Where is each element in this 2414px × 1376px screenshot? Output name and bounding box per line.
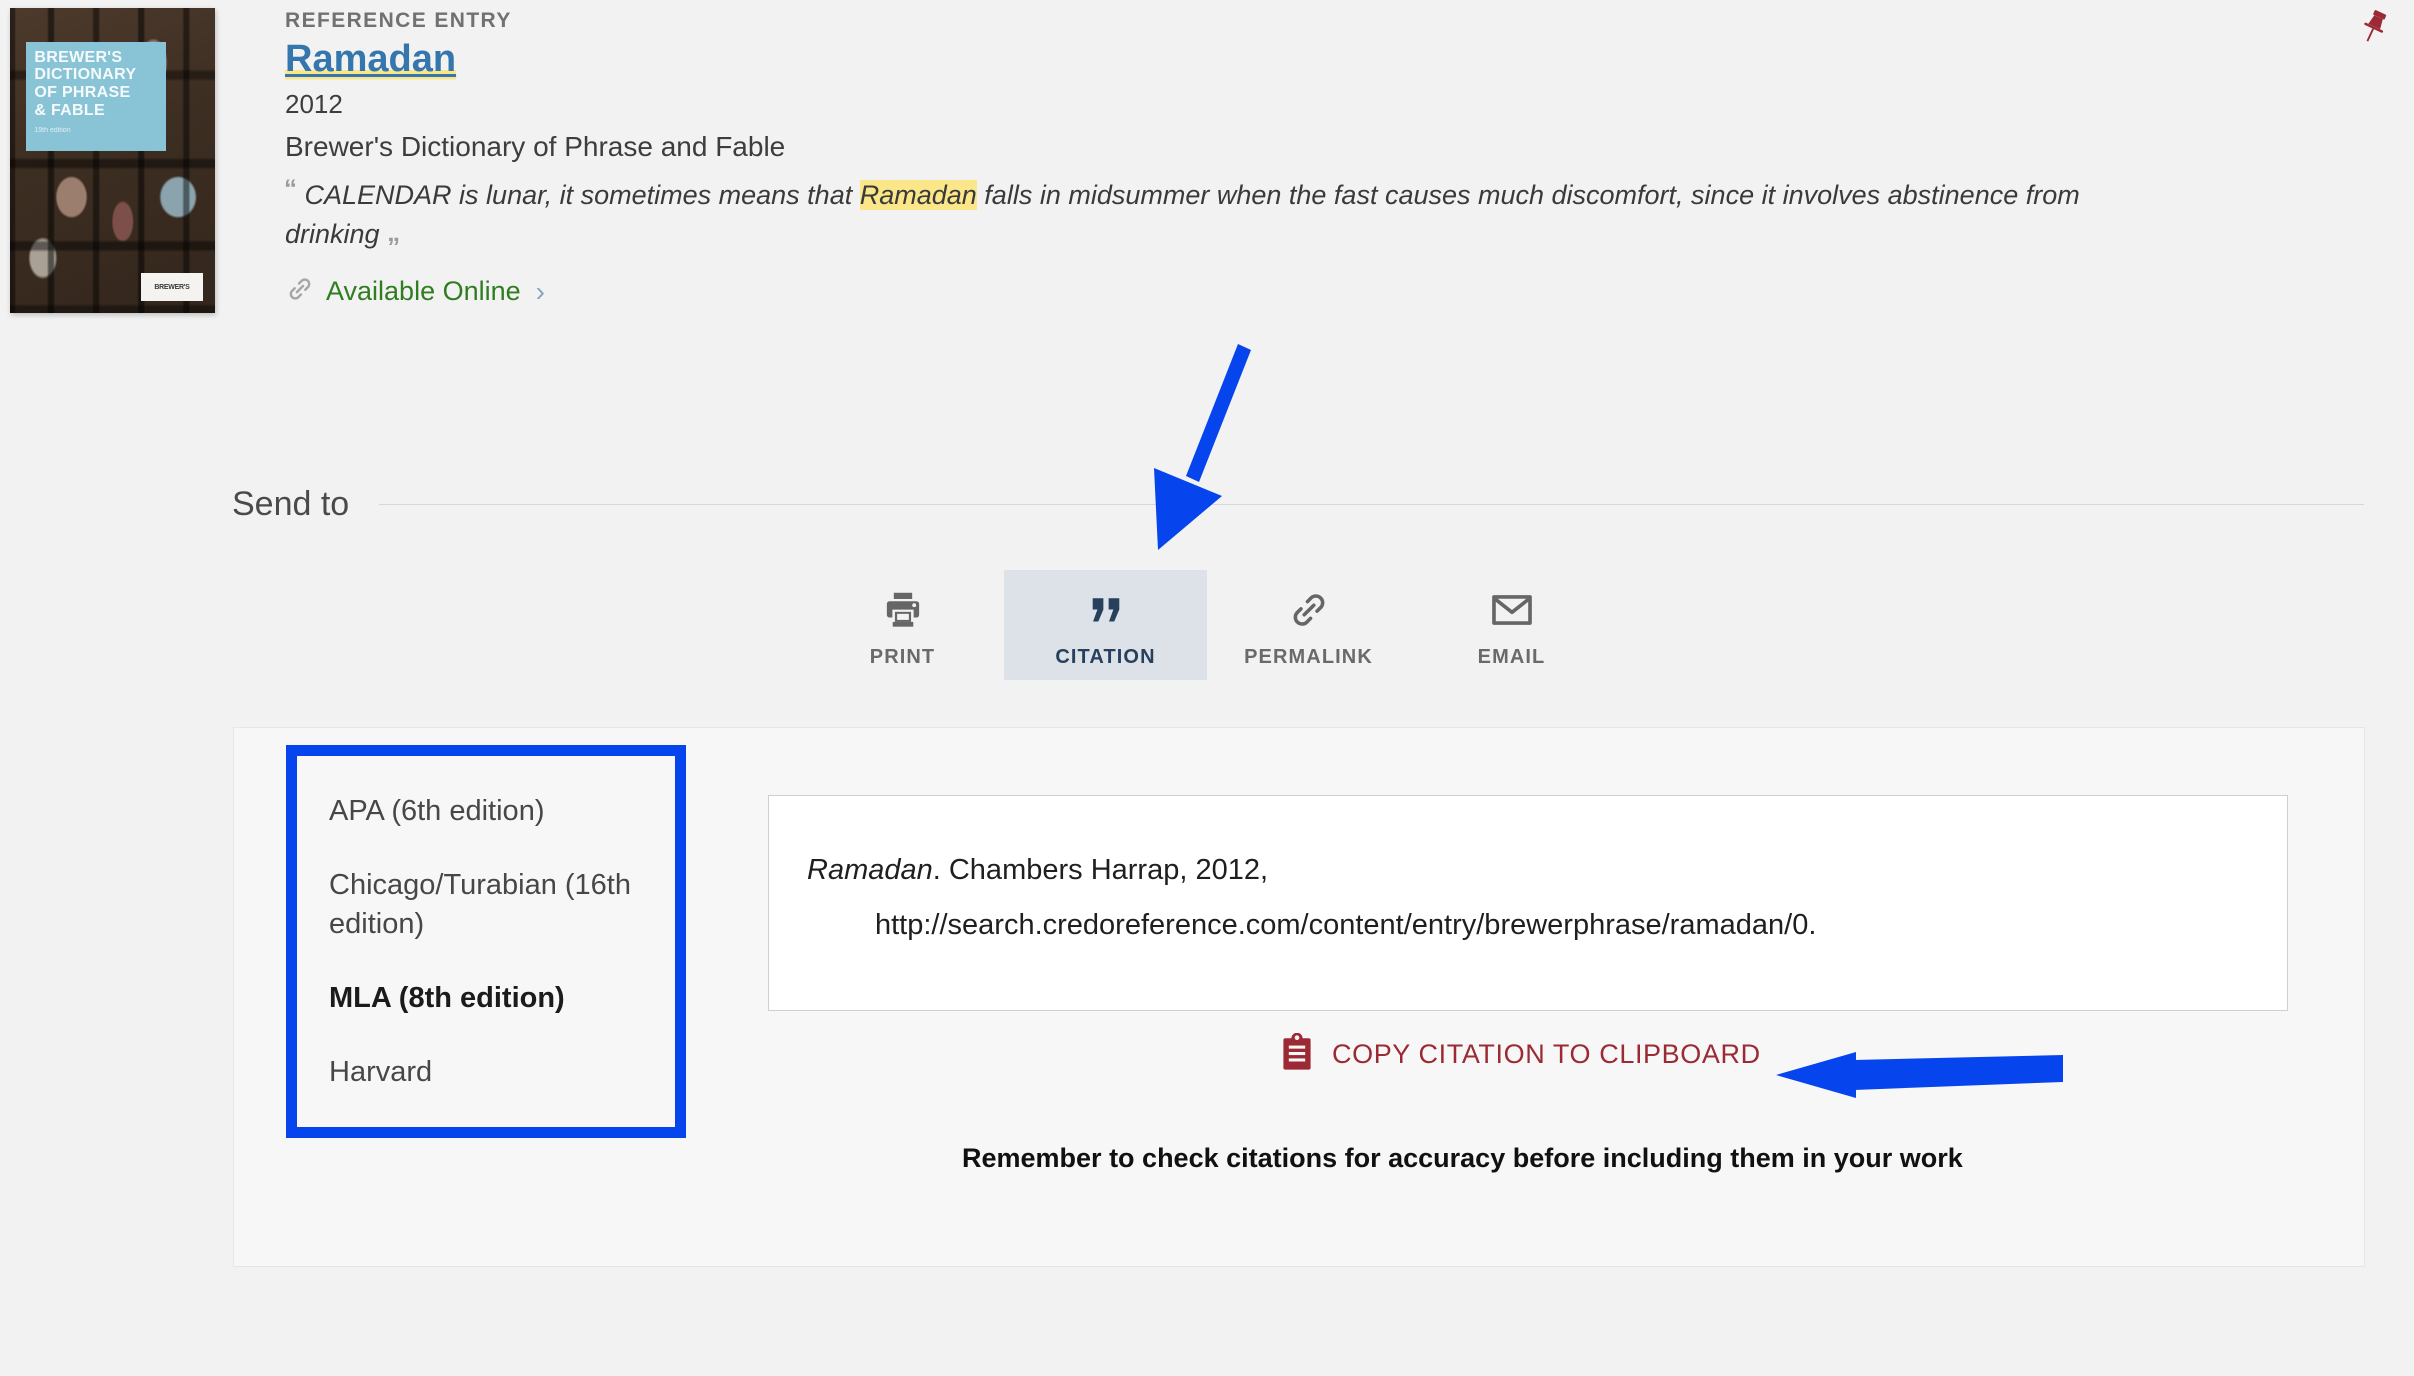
annotation-arrow-to-citation-tab [1120, 330, 1320, 585]
cover-subtitle: 19th edition [34, 127, 71, 135]
send-to-header: Send to [232, 485, 2364, 524]
send-to-email-label: EMAIL [1477, 646, 1546, 668]
send-to-print-label: PRINT [869, 646, 936, 668]
citation-style-harvard[interactable]: Harvard [329, 1053, 643, 1091]
link-icon [1286, 586, 1332, 634]
copy-citation-button[interactable]: COPY CITATION TO CLIPBOARD [1280, 1032, 1761, 1076]
citation-publisher-year: . Chambers Harrap, 2012, [932, 854, 1269, 886]
quote-close-icon: „ [387, 216, 400, 247]
snippet-before: CALENDAR is lunar, it sometimes means th… [304, 179, 860, 210]
send-to-citation-label: CITATION [1055, 646, 1156, 668]
printer-icon [880, 586, 926, 634]
citation-text-box[interactable]: Ramadan. Chambers Harrap, 2012, http://s… [768, 795, 2288, 1011]
citation-accuracy-reminder: Remember to check citations for accuracy… [962, 1143, 1963, 1173]
search-result-row: BREWER'S DICTIONARY OF PHRASE & FABLE 19… [0, 0, 2414, 313]
pushpin-icon[interactable] [2354, 7, 2394, 47]
send-to-permalink-label: PERMALINK [1244, 646, 1373, 668]
citation-style-chicago[interactable]: Chicago/Turabian (16th edition) [329, 866, 643, 943]
cover-title-line-2: DICTIONARY [34, 66, 137, 84]
available-online-label: Available Online [326, 276, 521, 307]
send-to-print[interactable]: PRINT [801, 570, 1004, 680]
citation-title-italic: Ramadan [807, 854, 933, 886]
cover-title-line-4: & FABLE [34, 102, 105, 120]
send-to-email[interactable]: EMAIL [1410, 570, 1613, 680]
cover-title-line-3: OF PHRASE [34, 84, 131, 102]
entry-snippet: „ CALENDAR is lunar, it sometimes means … [285, 176, 2125, 254]
chevron-right-icon: › [535, 275, 545, 307]
book-cover-thumbnail[interactable]: BREWER'S DICTIONARY OF PHRASE & FABLE 19… [10, 8, 215, 313]
clipboard-icon [1280, 1032, 1314, 1076]
send-to-toolbar: PRINT CITATION PERMALINK EMAIL [0, 570, 2414, 680]
quote-icon [1085, 586, 1127, 634]
cover-title-line-1: BREWER'S [34, 48, 123, 66]
citation-style-mla[interactable]: MLA (8th edition) [329, 979, 643, 1017]
citation-style-list: APA (6th edition) Chicago/Turabian (16th… [286, 745, 686, 1139]
quote-open-icon: „ [285, 177, 297, 208]
entry-title-link[interactable]: Ramadan [285, 38, 457, 81]
copy-citation-label: COPY CITATION TO CLIPBOARD [1332, 1039, 1761, 1069]
result-details: REFERENCE ENTRY Ramadan 2012 Brewer's Di… [285, 8, 2335, 309]
book-cover-title-block: BREWER'S DICTIONARY OF PHRASE & FABLE 19… [26, 41, 166, 152]
snippet-highlight: Ramadan [859, 179, 977, 210]
cover-logo-text: BREWER'S [154, 283, 190, 291]
send-to-citation[interactable]: CITATION [1004, 570, 1207, 680]
send-to-permalink[interactable]: PERMALINK [1207, 570, 1410, 680]
envelope-icon [1489, 586, 1535, 634]
send-to-divider [379, 504, 2364, 505]
available-online-link[interactable]: Available Online › [285, 274, 545, 309]
send-to-label: Send to [232, 485, 350, 523]
citation-text: Ramadan. Chambers Harrap, 2012, http://s… [807, 848, 2247, 948]
result-type-kicker: REFERENCE ENTRY [285, 9, 512, 32]
entry-source-title: Brewer's Dictionary of Phrase and Fable [285, 131, 786, 163]
link-icon [285, 274, 315, 309]
cover-publisher-logo: BREWER'S [141, 273, 203, 301]
citation-style-apa[interactable]: APA (6th edition) [329, 792, 643, 830]
entry-year: 2012 [285, 88, 343, 119]
citation-url: http://search.credoreference.com/content… [875, 908, 1817, 941]
